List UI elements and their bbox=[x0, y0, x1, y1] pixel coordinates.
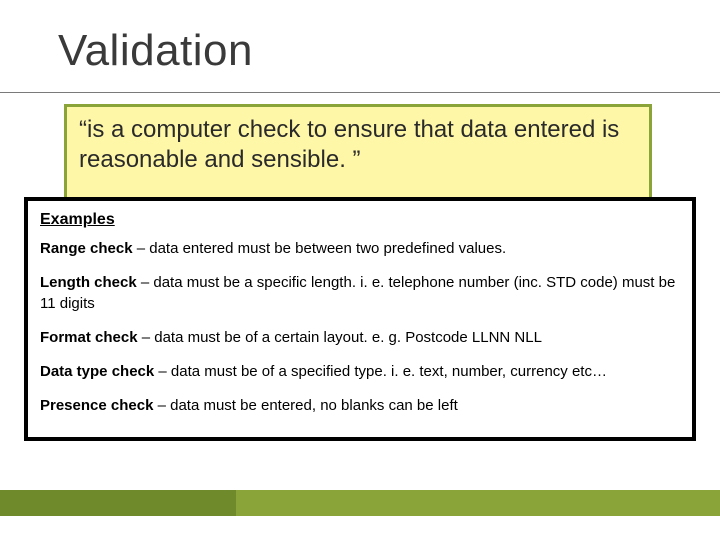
definition-text: “is a computer check to ensure that data… bbox=[79, 115, 637, 175]
example-item: Range check – data entered must be betwe… bbox=[40, 239, 680, 259]
example-desc: – data must be entered, no blanks can be… bbox=[153, 397, 457, 414]
example-desc: – data must be of a specified type. i. e… bbox=[154, 363, 607, 380]
example-name: Presence check bbox=[40, 397, 153, 414]
example-name: Range check bbox=[40, 240, 133, 257]
example-name: Format check bbox=[40, 329, 138, 346]
slide-title: Validation bbox=[58, 26, 253, 76]
example-item: Presence check – data must be entered, n… bbox=[40, 396, 680, 416]
examples-heading: Examples bbox=[40, 211, 680, 229]
example-item: Length check – data must be a specific l… bbox=[40, 273, 680, 314]
example-item: Data type check – data must be of a spec… bbox=[40, 362, 680, 382]
example-item: Format check – data must be of a certain… bbox=[40, 328, 680, 348]
example-desc: – data must be of a certain layout. e. g… bbox=[138, 329, 542, 346]
footer-accent-dark bbox=[0, 490, 236, 516]
title-underline bbox=[0, 92, 720, 93]
example-name: Data type check bbox=[40, 363, 154, 380]
example-name: Length check bbox=[40, 274, 137, 291]
examples-panel: Examples Range check – data entered must… bbox=[24, 197, 696, 441]
example-desc: – data entered must be between two prede… bbox=[133, 240, 507, 257]
